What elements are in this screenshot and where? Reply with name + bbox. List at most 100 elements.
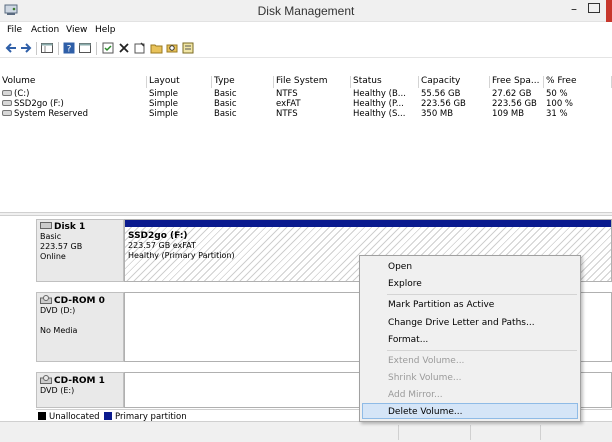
disk-type: DVD (E:) — [40, 386, 75, 395]
properties-sheet-icon[interactable] — [133, 41, 147, 55]
menu-action[interactable]: Action — [31, 25, 59, 35]
menu-item-delete-volume[interactable]: Delete Volume... — [388, 407, 463, 417]
toolbar-separator — [96, 42, 97, 55]
drive-icon — [2, 110, 12, 116]
status-bar — [0, 421, 612, 442]
menu-view[interactable]: View — [66, 25, 87, 35]
volume-status: Healthy (S... — [353, 109, 406, 119]
status-segment — [470, 425, 471, 440]
drive-icon — [2, 100, 12, 106]
disk-name: CD-ROM 0 — [54, 296, 105, 306]
maximize-button[interactable] — [588, 3, 600, 13]
disk-type: DVD (D:) — [40, 306, 76, 315]
drive-icon — [2, 90, 12, 96]
volume-table-header: Volume Layout Type File System Status Ca… — [0, 76, 612, 88]
cdrom-1-label[interactable]: CD-ROM 1 DVD (E:) — [36, 372, 124, 408]
partition-status: Healthy (Primary Partition) — [128, 251, 235, 260]
svg-text:?: ? — [67, 45, 72, 55]
table-row[interactable]: System Reserved Simple Basic NTFS Health… — [0, 109, 612, 119]
volume-type: Basic — [214, 99, 237, 109]
volume-list-pane: Volume Layout Type File System Status Ca… — [0, 76, 612, 212]
column-header-type[interactable]: Type — [212, 76, 274, 88]
table-row[interactable]: SSD2go (F:) Simple Basic exFAT Healthy (… — [0, 99, 612, 109]
column-header-file-system[interactable]: File System — [274, 76, 351, 88]
status-segment — [540, 425, 541, 440]
volume-percent-free: 50 % — [546, 89, 568, 99]
menu-item-add-mirror: Add Mirror... — [388, 390, 443, 400]
table-row[interactable]: (C:) Simple Basic NTFS Healthy (B... 55.… — [0, 89, 612, 99]
volume-layout: Simple — [149, 109, 179, 119]
forward-arrow-icon[interactable] — [19, 41, 33, 55]
rescan-icon[interactable] — [181, 41, 195, 55]
disk-1-label[interactable]: Disk 1 Basic 223.57 GB Online — [36, 219, 124, 282]
disk-type: Basic — [40, 232, 62, 241]
menu-item-extend-volume: Extend Volume... — [388, 356, 465, 366]
status-segment — [398, 425, 399, 440]
title-bar: Disk Management – — [0, 0, 612, 22]
disk-spacer — [40, 316, 120, 326]
column-header-status[interactable]: Status — [351, 76, 419, 88]
menu-help[interactable]: Help — [95, 25, 116, 35]
column-header-free-space[interactable]: Free Spa... — [490, 76, 544, 88]
volume-name: SSD2go (F:) — [14, 99, 64, 109]
disk-size: 223.57 GB — [40, 242, 83, 251]
disk-name: Disk 1 — [54, 222, 86, 232]
properties-icon[interactable] — [101, 41, 115, 55]
menu-item-explore[interactable]: Explore — [388, 279, 422, 289]
minimize-button[interactable]: – — [566, 2, 582, 18]
menu-bar: File Action View Help — [0, 22, 612, 39]
partition-name: SSD2go (F:) — [128, 231, 188, 241]
volume-free-space: 223.56 GB — [492, 99, 537, 109]
toolbar-separator — [58, 42, 59, 55]
open-folder-icon[interactable] — [149, 41, 163, 55]
volume-status: Healthy (B... — [353, 89, 406, 99]
volume-type: Basic — [214, 109, 237, 119]
search-icon[interactable] — [165, 41, 179, 55]
volume-file-system: NTFS — [276, 89, 298, 99]
menu-item-shrink-volume: Shrink Volume... — [388, 373, 462, 383]
menu-item-open[interactable]: Open — [388, 262, 412, 272]
column-header-capacity[interactable]: Capacity — [419, 76, 490, 88]
partition-size: 223.57 GB exFAT — [128, 241, 196, 250]
volume-free-space: 27.62 GB — [492, 89, 532, 99]
volume-status: Healthy (P... — [353, 99, 404, 109]
volume-type: Basic — [214, 89, 237, 99]
volume-capacity: 223.56 GB — [421, 99, 466, 109]
volume-view-icon[interactable] — [40, 41, 54, 55]
menu-item-change-drive-letter[interactable]: Change Drive Letter and Paths... — [388, 318, 535, 328]
cd-drive-icon — [40, 375, 52, 384]
cd-drive-icon — [40, 295, 52, 304]
menu-item-format[interactable]: Format... — [388, 335, 428, 345]
context-menu: Open Explore Mark Partition as Active Ch… — [359, 255, 581, 422]
volume-percent-free: 100 % — [546, 99, 574, 109]
primary-partition-bar — [125, 220, 611, 227]
window-title: Disk Management — [257, 4, 355, 18]
disk-name: CD-ROM 1 — [54, 376, 105, 386]
volume-capacity: 350 MB — [421, 109, 454, 119]
disk-view-icon[interactable] — [78, 41, 92, 55]
column-header-percent-free[interactable]: % Free — [544, 76, 612, 88]
volume-layout: Simple — [149, 99, 179, 109]
cdrom-0-label[interactable]: CD-ROM 0 DVD (D:) No Media — [36, 292, 124, 362]
volume-layout: Simple — [149, 89, 179, 99]
disk-icon — [40, 222, 52, 229]
column-header-layout[interactable]: Layout — [147, 76, 212, 88]
menu-separator — [387, 294, 577, 295]
menu-separator — [387, 350, 577, 351]
volume-file-system: NTFS — [276, 109, 298, 119]
toolbar-separator — [36, 42, 37, 55]
help-icon[interactable]: ? — [62, 41, 76, 55]
volume-name: System Reserved — [14, 109, 88, 119]
legend-swatch — [38, 412, 46, 420]
menu-item-mark-active[interactable]: Mark Partition as Active — [388, 300, 494, 310]
back-arrow-icon[interactable] — [4, 41, 18, 55]
toolbar: ? — [0, 39, 612, 58]
volume-name: (C:) — [14, 89, 30, 99]
close-button[interactable] — [606, 0, 612, 22]
volume-free-space: 109 MB — [492, 109, 525, 119]
column-header-volume[interactable]: Volume — [0, 76, 147, 88]
volume-capacity: 55.56 GB — [421, 89, 461, 99]
menu-file[interactable]: File — [7, 25, 22, 35]
legend-swatch — [104, 412, 112, 420]
delete-icon[interactable] — [117, 41, 131, 55]
